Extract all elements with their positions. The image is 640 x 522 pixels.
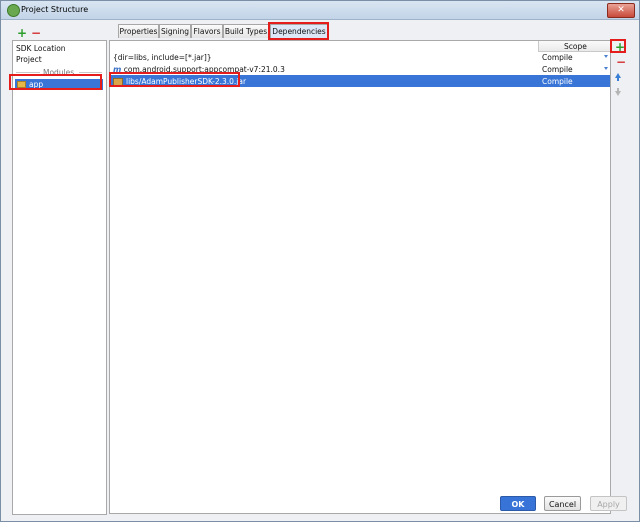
apply-button[interactable]: Apply [590,496,627,511]
close-button[interactable]: ✕ [607,3,635,18]
sidebar-item-project[interactable]: Project [16,55,42,64]
android-studio-icon [7,4,20,17]
chevron-down-icon[interactable] [604,67,608,70]
tab-signing[interactable]: Signing [159,24,191,38]
chevron-down-icon[interactable] [604,55,608,58]
sidebar: SDK Location Project Modules app [12,40,107,515]
tab-flavors[interactable]: Flavors [191,24,223,38]
tab-build-types[interactable]: Build Types [223,24,269,38]
cancel-button[interactable]: Cancel [544,496,581,511]
sidebar-item-sdk-location[interactable]: SDK Location [16,44,66,53]
scope-value[interactable]: Compile [542,65,573,74]
tab-properties[interactable]: Properties [118,24,159,38]
window-title: Project Structure [21,5,89,14]
scope-value[interactable]: Compile [542,53,573,62]
ok-button[interactable]: OK [500,496,536,511]
move-up-icon[interactable] [615,73,621,81]
dependencies-table: Scope {dir=libs, include=[*.jar]} Compil… [109,40,612,514]
table-row[interactable]: {dir=libs, include=[*.jar]} Compile [111,51,610,63]
dependency-label: {dir=libs, include=[*.jar]} [113,53,212,62]
remove-icon[interactable]: − [31,27,41,39]
highlight-box [9,74,102,90]
title-bar: Project Structure ✕ [1,1,639,20]
highlight-box [268,22,329,40]
scope-value[interactable]: Compile [542,77,573,86]
highlight-box [109,72,240,87]
add-icon[interactable]: + [17,27,27,39]
remove-dependency-icon[interactable]: − [616,56,626,68]
highlight-box [610,39,626,53]
move-down-icon[interactable] [615,88,621,96]
